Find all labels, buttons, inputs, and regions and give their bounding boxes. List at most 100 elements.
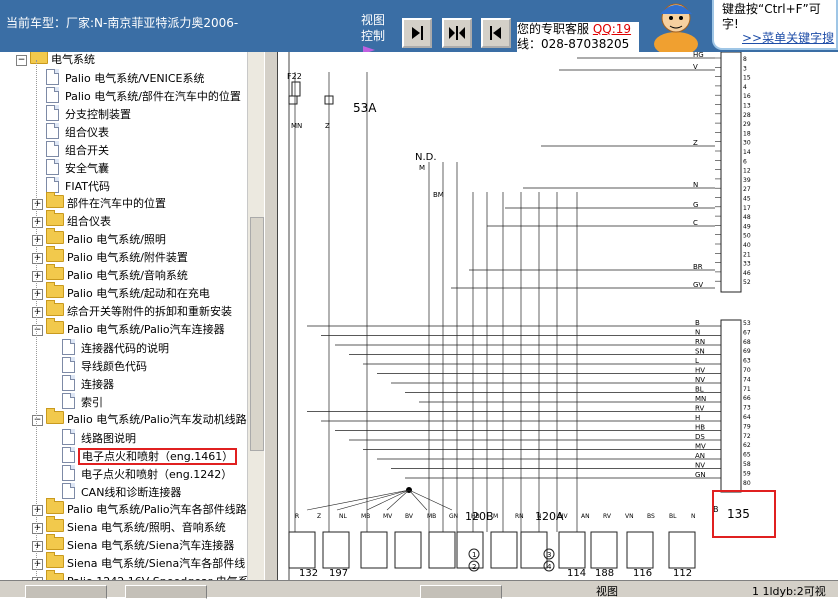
expand-icon[interactable]: +	[32, 307, 43, 318]
tree-scrollbar[interactable]	[247, 52, 265, 580]
collapse-icon[interactable]: −	[16, 55, 27, 66]
search-help-box: 键盘按“Ctrl+F”可 字! >>菜单关键字搜	[712, 0, 838, 50]
tree-folder-item[interactable]: + 部件在汽车中的位置	[32, 192, 166, 213]
tree-item-label: 分支控制装置	[65, 108, 131, 121]
top-bar: 当前车型：厂家:N-南京菲亚特派力奥2006- 视图 控制 您的专职客服 QQ:…	[0, 0, 838, 54]
tree-folder-item[interactable]: + Palio 电气系统/音响系统	[32, 264, 188, 285]
pin-number-label: 68	[743, 339, 751, 346]
tree-item-label: FIAT代码	[65, 180, 110, 193]
tree-item-label: Palio 电气系统/附件装置	[67, 251, 188, 264]
tree-folder-item[interactable]: +Palio 1242 16V Speedgear 电气系	[32, 570, 247, 580]
tree-document-item[interactable]: 线路图说明	[62, 429, 136, 447]
tree-item-label: 电气系统	[51, 53, 95, 66]
document-icon	[46, 177, 59, 193]
tree-folder-item[interactable]: − Palio 电气系统/Palio汽车发动机线路	[32, 408, 247, 429]
folder-icon	[46, 534, 64, 550]
tree-document-item[interactable]: FIAT代码	[46, 177, 110, 195]
expand-icon[interactable]: +	[32, 253, 43, 264]
component-number: 132	[299, 568, 318, 579]
tree-document-item[interactable]: Palio 电气系统/VENICE系统	[46, 69, 205, 87]
tree-folder-item[interactable]: + Palio 电气系统/起动和在充电	[32, 282, 210, 303]
view-left-panel-button[interactable]	[402, 18, 432, 48]
folder-icon	[46, 282, 64, 298]
tree-document-item[interactable]: 连接器	[62, 375, 114, 393]
tree-item-label: Siena 电气系统/照明、音响系统	[67, 521, 226, 534]
expand-icon[interactable]: +	[32, 541, 43, 552]
circle-marker-number: 1	[472, 551, 476, 559]
arrow-right-bar-icon	[412, 26, 423, 40]
expand-icon[interactable]: +	[32, 271, 43, 282]
pin-number-label: 13	[743, 103, 751, 110]
pin-number-label: 59	[743, 470, 751, 477]
tree-document-item[interactable]: 组合仪表	[46, 123, 109, 141]
pin-number-label: 21	[743, 251, 751, 258]
tree-document-item[interactable]: 电子点火和喷射（eng.1242）	[62, 465, 232, 483]
expand-icon[interactable]: +	[32, 235, 43, 246]
wiring-diagram: 8 3 15 4 16 13 28 29 18 30 14 6 12 39 27 45 17 48 49 50 40 21…	[277, 52, 838, 580]
tree-folder-item[interactable]: − 电气系统	[16, 52, 95, 69]
circle-marker-number: 4	[547, 563, 552, 571]
view-right-panel-button[interactable]	[481, 18, 511, 48]
status-tab-3[interactable]	[420, 585, 502, 599]
bottom-wire-label: Z	[317, 513, 321, 520]
tree-folder-item[interactable]: + Palio 电气系统/照明	[32, 228, 166, 249]
tree-folder-item[interactable]: + Siena 电气系统/Siena汽车各部件线	[32, 552, 246, 573]
fuse-symbol	[291, 81, 301, 97]
tree-folder-item[interactable]: + 综合开关等附件的拆卸和重新安装	[32, 300, 232, 321]
status-bar: 视图 1 1ldyb:2可视	[0, 580, 838, 599]
component-box	[558, 531, 586, 569]
contact-text: 您的专职客服	[517, 22, 590, 36]
tree-document-item[interactable]: 分支控制装置	[46, 105, 131, 123]
collapse-icon[interactable]: −	[32, 325, 43, 336]
expand-icon[interactable]: +	[32, 217, 43, 228]
pin-number-label: 58	[743, 461, 751, 468]
tree-item-label: Palio 电气系统/起动和在充电	[67, 287, 210, 300]
tree-document-item[interactable]: 电子点火和喷射（eng.1461）	[62, 447, 238, 465]
bottom-wire-label: AN	[581, 513, 590, 520]
tree-item-label: Siena 电气系统/Siena汽车各部件线	[67, 557, 246, 570]
tree-folder-item[interactable]: + Palio 电气系统/Palio汽车各部件线路	[32, 498, 247, 519]
tree-folder-item[interactable]: + Siena 电气系统/照明、音响系统	[32, 516, 226, 537]
collapse-icon[interactable]: −	[32, 415, 43, 426]
bottom-wire-label: N	[691, 513, 696, 520]
tree-folder-item[interactable]: + 组合仪表	[32, 210, 111, 231]
expand-icon[interactable]: +	[32, 523, 43, 534]
tree-document-item[interactable]: 安全气囊	[46, 159, 109, 177]
folder-icon	[46, 516, 64, 532]
panel-splitter[interactable]	[264, 52, 278, 580]
expand-icon[interactable]: +	[32, 559, 43, 570]
expand-icon[interactable]: +	[32, 289, 43, 300]
view-split-button[interactable]	[442, 18, 472, 48]
category-tree: − 电气系统 Palio 电气系统/VENICE系统 Palio 电气系统/部件在汽车…	[0, 52, 247, 580]
pin-number-label: 69	[743, 348, 751, 355]
tree-document-item[interactable]: CAN线和诊断连接器	[62, 483, 181, 501]
contact-qq-link[interactable]: QQ:19	[593, 22, 631, 36]
pin-number-label: 49	[743, 223, 751, 230]
keyword-search-link[interactable]: >>菜单关键字搜	[742, 31, 836, 46]
tree-item-label: 连接器代码的说明	[81, 342, 169, 355]
expand-icon[interactable]: +	[32, 199, 43, 210]
tree-document-item[interactable]: Palio 电气系统/部件在汽车中的位置	[46, 87, 241, 105]
component-number: 188	[595, 568, 614, 579]
folder-icon	[46, 300, 64, 316]
tree-document-item[interactable]: 连接器代码的说明	[62, 339, 169, 357]
tree-folder-item[interactable]: + Palio 电气系统/附件装置	[32, 246, 188, 267]
tree-item-label: 部件在汽车中的位置	[67, 197, 166, 210]
status-tab-2[interactable]	[125, 585, 207, 599]
tree-scrollbar-thumb[interactable]	[250, 217, 264, 451]
pin-number-label: 46	[743, 270, 751, 277]
pin-number-label: 14	[743, 149, 751, 156]
document-icon	[46, 141, 59, 157]
status-tab-1[interactable]	[25, 585, 107, 599]
document-icon	[62, 357, 75, 373]
tree-folder-item[interactable]: − Palio 电气系统/Palio汽车连接器	[32, 318, 225, 339]
pin-number-label: 33	[743, 261, 751, 268]
tree-document-item[interactable]: 导线颜色代码	[62, 357, 147, 375]
pin-number-label: 28	[743, 112, 751, 119]
expand-icon[interactable]: +	[32, 505, 43, 516]
tree-document-item[interactable]: 组合开关	[46, 141, 109, 159]
tree-folder-item[interactable]: + Siena 电气系统/Siena汽车连接器	[32, 534, 234, 555]
bottom-wire-label: R	[295, 513, 299, 520]
tree-document-item[interactable]: 索引	[62, 393, 103, 411]
customer-service-box: 您的专职客服 QQ:19 线：028-87038205	[517, 22, 639, 52]
